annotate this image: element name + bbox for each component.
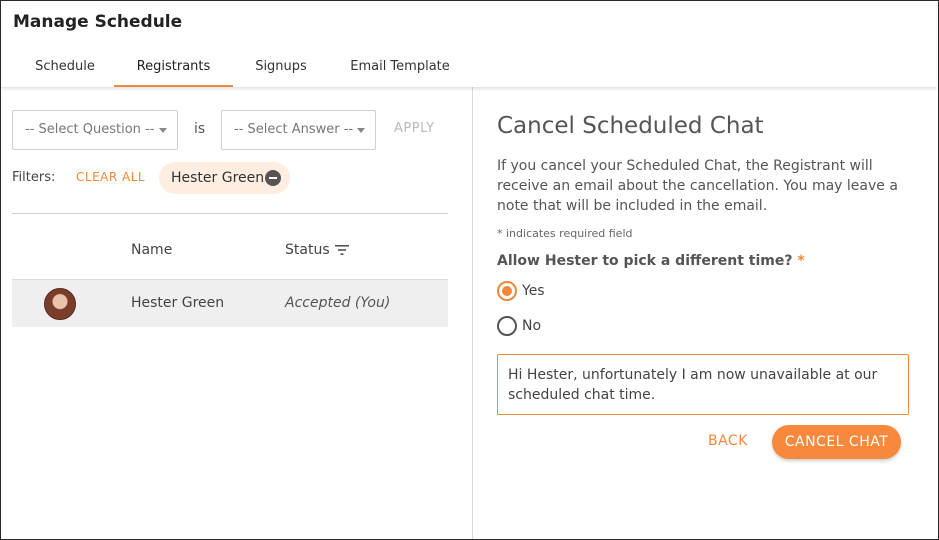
caret-down-icon <box>159 128 167 133</box>
page-title: Manage Schedule <box>13 12 183 32</box>
filters-label: Filters: <box>12 170 56 185</box>
filter-icon[interactable] <box>335 245 349 255</box>
tab-email-template[interactable]: Email Template <box>341 49 459 87</box>
filter-chip-label: Hester Green <box>171 170 265 186</box>
radio-no-label[interactable]: No <box>522 318 541 334</box>
caret-down-icon <box>357 128 365 133</box>
column-header-status: Status <box>285 242 330 258</box>
remove-circle-icon[interactable] <box>265 170 281 186</box>
back-button[interactable]: BACK <box>708 433 748 449</box>
apply-button[interactable]: APPLY <box>394 121 435 136</box>
question-select[interactable]: -- Select Question -- <box>12 110 178 150</box>
radio-yes-label[interactable]: Yes <box>522 283 545 299</box>
panel-description: If you cancel your Scheduled Chat, the R… <box>497 158 898 214</box>
required-marker: * <box>797 253 805 269</box>
divider <box>12 213 448 214</box>
answer-select[interactable]: -- Select Answer -- <box>221 110 376 150</box>
cancel-chat-button[interactable]: CANCEL CHAT <box>772 425 901 459</box>
question-text: Allow Hester to pick a different time? <box>497 253 793 269</box>
clear-all-button[interactable]: CLEAR ALL <box>76 170 145 184</box>
table-row[interactable]: Hester Green Accepted (You) <box>12 280 448 327</box>
avatar <box>44 288 76 320</box>
answer-select-value: -- Select Answer -- <box>234 122 354 137</box>
registrant-status: Accepted (You) <box>285 295 391 311</box>
tab-schedule[interactable]: Schedule <box>13 49 117 87</box>
tab-registrants[interactable]: Registrants <box>114 49 233 87</box>
question-select-value: -- Select Question -- <box>25 122 155 137</box>
filter-chip: Hester Green <box>159 162 290 194</box>
column-header-name: Name <box>131 242 173 258</box>
required-note: * indicates required field <box>497 227 633 240</box>
radio-no[interactable] <box>497 316 517 336</box>
panel-title: Cancel Scheduled Chat <box>497 113 764 139</box>
cancel-chat-panel <box>473 87 936 539</box>
tab-signups[interactable]: Signups <box>235 49 327 87</box>
header: Manage Schedule Schedule Registrants Sig… <box>1 1 937 87</box>
reschedule-question: Allow Hester to pick a different time? * <box>497 253 805 269</box>
is-label: is <box>194 121 206 137</box>
cancellation-note-field[interactable]: Hi Hester, unfortunately I am now unavai… <box>497 354 909 415</box>
radio-yes[interactable] <box>497 281 517 301</box>
registrant-name: Hester Green <box>131 295 225 311</box>
